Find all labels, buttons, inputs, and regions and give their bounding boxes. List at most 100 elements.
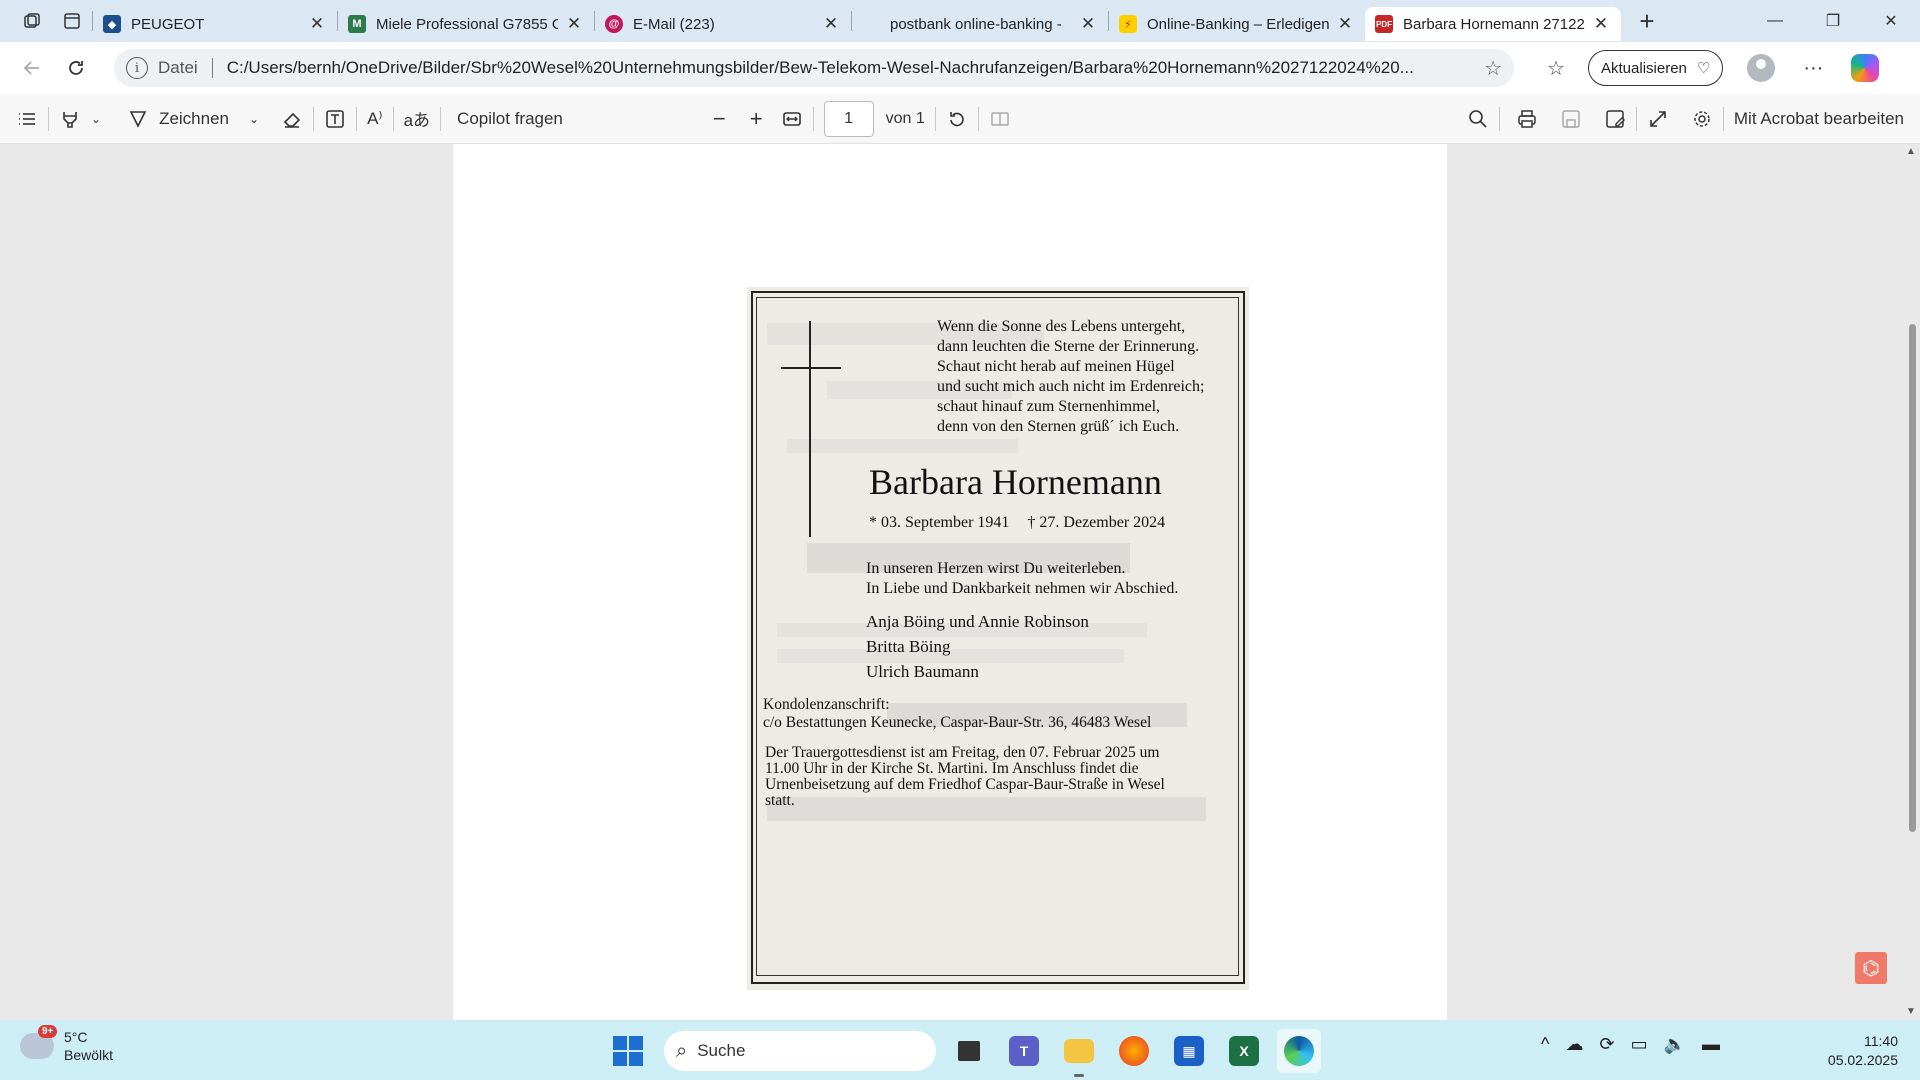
new-tab-button[interactable]: + [1627, 6, 1667, 37]
close-tab-icon[interactable]: ✕ [1078, 14, 1098, 34]
cross-icon [809, 321, 811, 537]
weather-widget[interactable]: 9+ 5°C Bewölkt [20, 1025, 114, 1064]
service-info: Der Trauergottesdienst ist am Freitag, d… [765, 745, 1225, 809]
chevron-up-icon[interactable]: ^ [1541, 1034, 1549, 1055]
zoom-in-icon[interactable]: + [750, 94, 763, 144]
close-tab-icon[interactable]: ✕ [307, 14, 327, 34]
teams-icon[interactable]: T [1002, 1029, 1046, 1073]
pdf-viewer[interactable]: Wenn die Sonne des Lebens untergeht, dan… [0, 144, 1920, 1020]
print-icon[interactable] [1516, 94, 1538, 144]
copilot-ask-button[interactable]: Copilot fragen [457, 94, 563, 144]
copilot-icon[interactable] [1851, 54, 1880, 82]
close-window-icon[interactable]: ✕ [1862, 0, 1920, 42]
poem: Wenn die Sonne des Lebens untergeht, dan… [937, 317, 1204, 437]
fullscreen-icon[interactable] [1647, 94, 1669, 144]
zoom-out-icon[interactable]: − [713, 94, 726, 144]
weather-desc: Bewölkt [64, 1047, 114, 1063]
network-icon[interactable]: ▭ [1631, 1034, 1648, 1055]
peugeot-icon: ◆ [103, 15, 121, 33]
toolbar-separator [313, 106, 315, 131]
battery-icon[interactable]: ▬ [1702, 1034, 1720, 1055]
firefox-icon[interactable] [1112, 1029, 1156, 1073]
death-date: † 27. Dezember 2024 [1027, 514, 1166, 531]
tab-miele[interactable]: M Miele Professional G7855 G ✕ [338, 7, 594, 41]
acrobat-icon[interactable]: ⌬ [1855, 952, 1887, 984]
fit-width-icon[interactable] [781, 94, 803, 144]
scroll-up-icon[interactable]: ▲ [1906, 146, 1916, 157]
file-explorer-icon[interactable] [1057, 1029, 1101, 1077]
close-tab-icon[interactable]: ✕ [1591, 14, 1611, 34]
edit-in-acrobat-button[interactable]: Mit Acrobat bearbeiten [1734, 94, 1904, 144]
scroll-down-icon[interactable]: ▼ [1906, 1006, 1916, 1017]
highlight-button[interactable]: ⌄ [59, 94, 101, 144]
tab-actions-icon[interactable] [52, 0, 92, 42]
windows-start-icon[interactable] [608, 1031, 648, 1071]
task-view-icon[interactable] [947, 1029, 991, 1073]
search-icon[interactable] [1467, 94, 1489, 144]
eraser-icon [283, 112, 301, 128]
deceased-name: Barbara Hornemann [869, 462, 1162, 502]
url-bar[interactable]: i Datei C:/Users/bernh/OneDrive/Bilder/S… [114, 49, 1514, 87]
chevron-down-icon[interactable]: ⌄ [91, 112, 101, 126]
toolbar-separator [1498, 107, 1500, 131]
contents-icon[interactable] [16, 94, 38, 144]
vertical-scrollbar[interactable]: ▲ ▼ [1904, 144, 1920, 1020]
tab-email[interactable]: @ E-Mail (223) ✕ [595, 7, 851, 41]
text-box-button[interactable] [324, 94, 346, 144]
read-aloud-icon: A⁾ [367, 108, 383, 128]
back-button[interactable] [10, 46, 54, 90]
email-icon: @ [605, 15, 623, 33]
poem-line: Wenn die Sonne des Lebens untergeht, [937, 318, 1186, 335]
reload-button[interactable] [54, 46, 98, 90]
close-tab-icon[interactable]: ✕ [564, 14, 584, 34]
sync-icon[interactable]: ⟳ [1599, 1034, 1614, 1055]
toolbar-separator [812, 106, 814, 131]
star-icon[interactable]: ☆ [1484, 56, 1502, 81]
store-icon[interactable]: ▦ [1167, 1029, 1211, 1073]
scrollbar-thumb[interactable] [1909, 324, 1916, 832]
page-total: von 1 [885, 109, 925, 127]
rotate-icon[interactable] [946, 94, 968, 144]
page-view-icon[interactable] [989, 94, 1011, 144]
taskbar: 9+ 5°C Bewölkt ⌕ Suche T ▦ X ^ ☁ ⟳ ▭ 🔈 ▬… [0, 1020, 1920, 1080]
birth-date: * 03. September 1941 [869, 514, 1010, 531]
postbank-icon: ⚡ [1119, 15, 1137, 33]
taskbar-search[interactable]: ⌕ Suche [664, 1031, 936, 1071]
edge-icon[interactable] [1277, 1029, 1321, 1073]
tab-peugeot[interactable]: ◆ PEUGEOT ✕ [93, 7, 337, 41]
settings-gear-icon[interactable] [1691, 94, 1713, 144]
favorites-icon[interactable]: ☆ [1534, 56, 1578, 81]
minimize-icon[interactable]: — [1746, 0, 1804, 42]
onedrive-icon[interactable]: ☁ [1565, 1034, 1583, 1055]
workspaces-icon[interactable] [12, 0, 52, 42]
translate-button[interactable]: aあ [404, 94, 430, 144]
eraser-button[interactable] [281, 94, 303, 144]
clock[interactable]: 11:40 05.02.2025 [1828, 1032, 1898, 1070]
search-label: Suche [697, 1041, 746, 1060]
close-tab-icon[interactable]: ✕ [821, 14, 841, 34]
tab-online-banking[interactable]: ⚡ Online-Banking – Erledigen ✕ [1109, 7, 1365, 41]
save-as-icon[interactable] [1604, 94, 1626, 144]
read-aloud-button[interactable]: A⁾ [367, 94, 383, 144]
restore-icon[interactable]: ❐ [1804, 0, 1862, 42]
excel-icon[interactable]: X [1222, 1029, 1266, 1073]
page-number-input[interactable]: 1 [823, 100, 874, 137]
info-icon[interactable]: i [126, 57, 148, 79]
update-button[interactable]: Aktualisieren ♡ [1588, 50, 1724, 86]
more-icon[interactable]: ··· [1803, 57, 1823, 80]
tab-title: Online-Banking – Erledigen [1147, 15, 1329, 33]
chevron-down-icon[interactable]: ⌄ [249, 112, 259, 126]
draw-button[interactable]: Zeichnen ⌄ [127, 94, 259, 144]
memorial-line: In Liebe und Dankbarkeit nehmen wir Absc… [866, 580, 1179, 597]
draw-label: Zeichnen [159, 108, 229, 128]
url-text[interactable]: C:/Users/bernh/OneDrive/Bilder/Sbr%20Wes… [227, 58, 1474, 78]
avatar[interactable] [1747, 54, 1776, 82]
save-icon[interactable] [1560, 94, 1582, 144]
tab-barbara-hornemann[interactable]: PDF Barbara Hornemann 27122 ✕ [1365, 7, 1621, 41]
back-arrow-icon [23, 61, 39, 75]
close-tab-icon[interactable]: ✕ [1335, 14, 1355, 34]
volume-icon[interactable]: 🔈 [1664, 1034, 1686, 1055]
tab-bar: ◆ PEUGEOT ✕ M Miele Professional G7855 G… [0, 0, 1920, 42]
memorial-text: In unseren Herzen wirst Du weiterleben. … [866, 559, 1178, 599]
tab-postbank[interactable]: postbank online-banking - ✕ [852, 7, 1108, 41]
